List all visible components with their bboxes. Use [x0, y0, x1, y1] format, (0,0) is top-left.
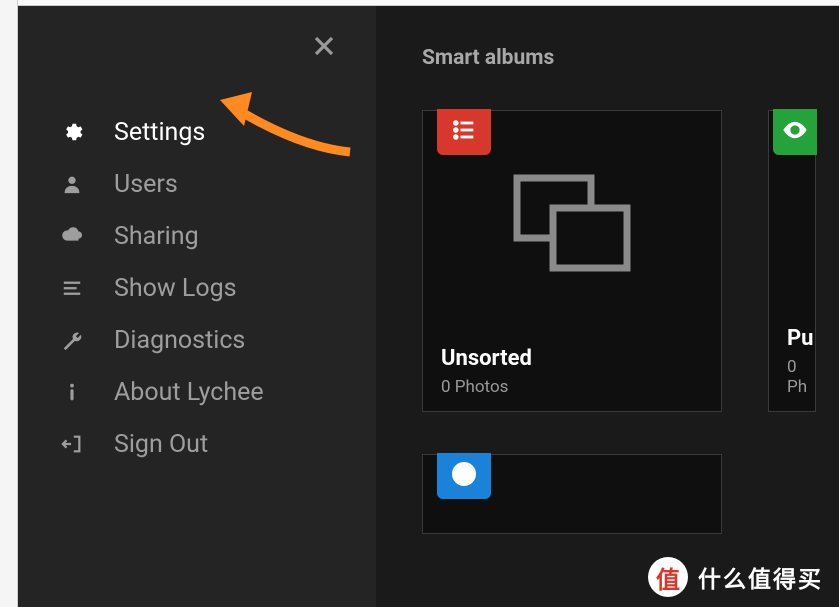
close-button[interactable]	[308, 32, 340, 64]
album-count: 0 Photos	[441, 377, 532, 397]
sidebar-item-label: Show Logs	[114, 274, 237, 303]
album-count: 0 Ph	[787, 357, 815, 397]
sidebar-item-label: Sign Out	[114, 430, 208, 459]
sidebar-item-signout[interactable]: Sign Out	[58, 418, 356, 470]
cloud-icon	[58, 222, 86, 250]
albums-row: Unsorted 0 Photos Pu 0 Ph	[422, 110, 839, 412]
wrench-icon	[58, 326, 86, 354]
album-thumb	[507, 168, 637, 282]
signout-icon	[58, 430, 86, 458]
user-icon	[58, 170, 86, 198]
gear-icon	[58, 118, 86, 146]
page-edge	[0, 0, 18, 607]
sidebar-item-label: Users	[114, 170, 178, 199]
watermark-text: 什么值得买	[698, 560, 823, 594]
sidebar-item-label: Sharing	[114, 222, 199, 251]
album-card-public[interactable]: Pu 0 Ph	[768, 110, 816, 412]
sidebar-item-about[interactable]: About Lychee	[58, 366, 356, 418]
eye-icon	[781, 116, 809, 148]
badge	[437, 453, 491, 499]
sidebar: Settings Users Sharing Show Logs Diagnos…	[18, 6, 376, 607]
sidebar-item-sharing[interactable]: Sharing	[58, 210, 356, 262]
album-title: Pu	[787, 326, 815, 351]
sidebar-menu: Settings Users Sharing Show Logs Diagnos…	[58, 106, 356, 470]
sidebar-item-label: About Lychee	[114, 378, 264, 407]
bars-icon	[58, 274, 86, 302]
watermark-badge: 值	[648, 557, 688, 597]
list-icon	[450, 116, 478, 148]
sidebar-item-showlogs[interactable]: Show Logs	[58, 262, 356, 314]
badge	[437, 109, 491, 155]
info-icon	[58, 378, 86, 406]
sidebar-item-diagnostics[interactable]: Diagnostics	[58, 314, 356, 366]
album-info: Pu 0 Ph	[787, 326, 815, 397]
album-info: Unsorted 0 Photos	[441, 346, 532, 397]
sidebar-item-settings[interactable]: Settings	[58, 106, 356, 158]
albums-row	[422, 454, 839, 534]
sidebar-item-label: Diagnostics	[114, 326, 245, 355]
badge	[773, 109, 817, 155]
main-content: Smart albums Unsorted 0 Photos	[376, 6, 839, 607]
album-card-unsorted[interactable]: Unsorted 0 Photos	[422, 110, 722, 412]
album-card-recent[interactable]	[422, 454, 722, 534]
album-title: Unsorted	[441, 346, 532, 371]
close-icon	[312, 34, 336, 62]
clock-icon	[450, 460, 478, 492]
sidebar-item-label: Settings	[114, 118, 205, 147]
watermark: 值 什么值得买	[648, 557, 823, 597]
section-title: Smart albums	[422, 46, 839, 70]
sidebar-item-users[interactable]: Users	[58, 158, 356, 210]
